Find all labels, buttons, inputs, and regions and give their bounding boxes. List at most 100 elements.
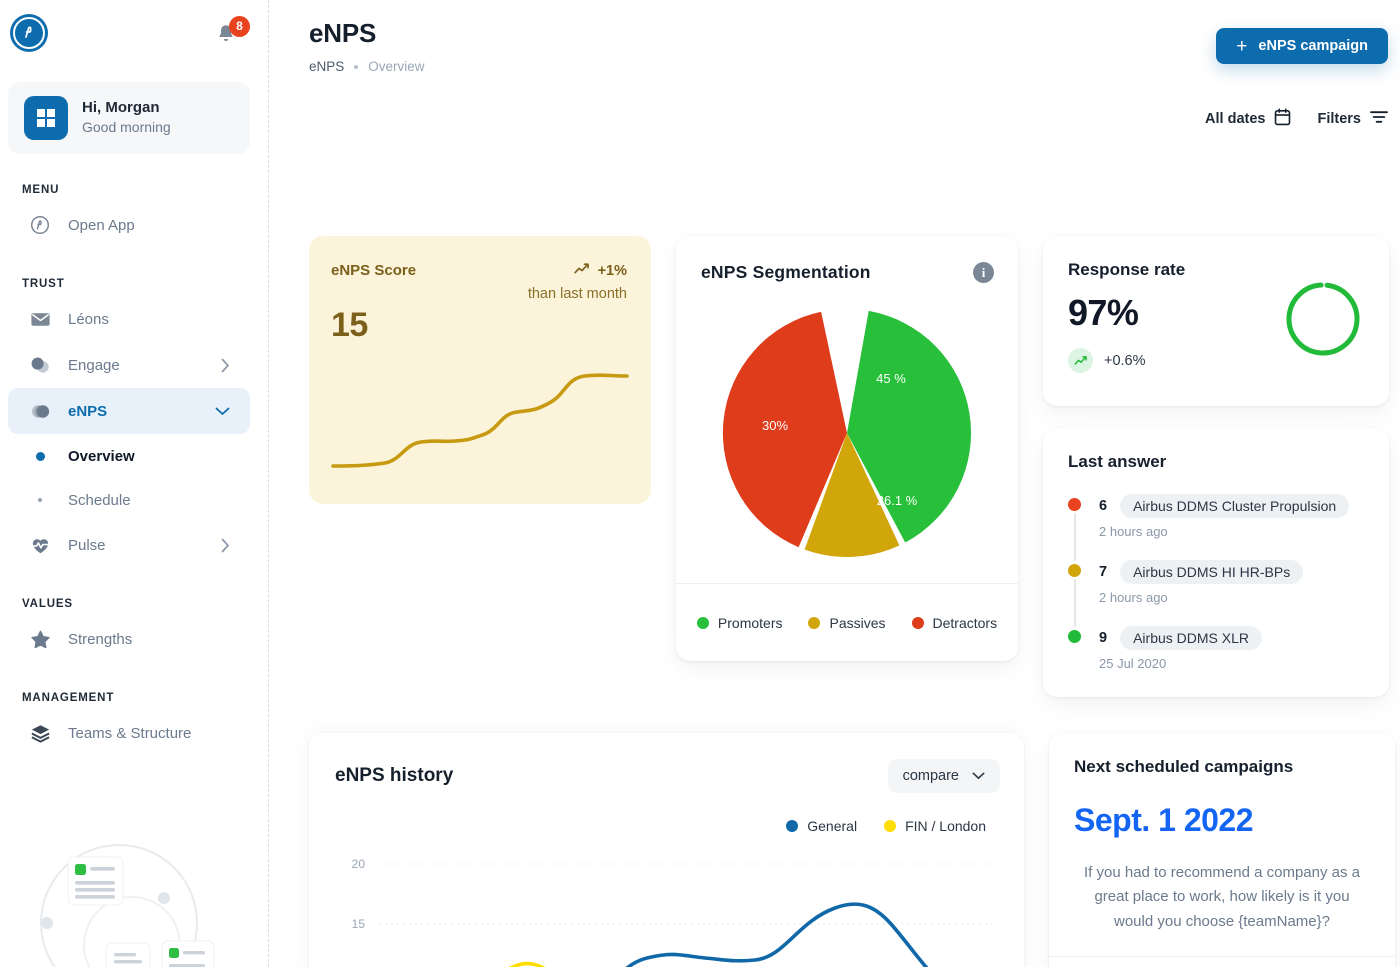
breadcrumb-separator-icon (354, 64, 359, 69)
calendar-icon (1274, 108, 1291, 130)
last-answer-row: 6 Airbus DDMS Cluster Propulsion (1099, 494, 1367, 518)
greeting-name: Hi, Morgan (82, 99, 160, 117)
enps-glyph-icon (31, 404, 49, 418)
view-all-button[interactable]: View All (1049, 956, 1395, 967)
all-dates-label: All dates (1205, 111, 1266, 127)
app-glyph-icon (30, 215, 50, 235)
legend-item-passives[interactable]: Passives (808, 614, 886, 631)
list-item[interactable]: 6 Airbus DDMS Cluster Propulsion 2 hours… (1068, 494, 1367, 561)
sidebar-item-label: Teams & Structure (68, 724, 192, 742)
compare-dropdown[interactable]: compare (887, 759, 1000, 793)
next-campaign-title: Next scheduled campaigns (1074, 757, 1294, 776)
list-item[interactable]: 7 Airbus DDMS HI HR-BPs 2 hours ago (1068, 560, 1367, 627)
user-greeting-card[interactable]: Hi, Morgan Good morning (8, 82, 250, 154)
score-card-label: eNPS Score (331, 262, 417, 279)
answer-score: 9 (1099, 630, 1108, 646)
enps-segmentation-card: eNPS Segmentation i 45 % 26.1 % 30% Prom… (676, 236, 1018, 661)
answer-timestamp: 2 hours ago (1099, 590, 1168, 605)
pie-label-passives: 26.1 % (877, 493, 918, 508)
info-icon[interactable]: i (973, 262, 994, 283)
sidebar-item-leons[interactable]: Léons (8, 296, 250, 342)
legend-label: General (807, 818, 858, 834)
score-delta-value: +1% (597, 262, 627, 279)
sidebar-item-teams-structure[interactable]: Teams & Structure (8, 710, 250, 756)
y-tick-20: 20 (352, 857, 366, 871)
next-campaign-date: Sept. 1 2022 (1074, 802, 1254, 838)
sidebar-item-schedule[interactable]: Schedule (8, 478, 250, 522)
envelope-icon (28, 308, 52, 331)
filters-button[interactable]: Filters (1317, 110, 1388, 128)
pulse-glyph-icon (30, 538, 50, 553)
last-answer-row: 7 Airbus DDMS HI HR-BPs (1099, 560, 1367, 584)
score-dot-icon (1068, 630, 1081, 643)
legend-item-fin-london[interactable]: FIN / London (884, 818, 986, 834)
legend-swatch-passives (808, 616, 821, 629)
sidebar-item-open-app[interactable]: Open App (8, 202, 250, 248)
history-legend: General FIN / London (335, 818, 1000, 834)
sidebar: 8 Hi, Morgan Good morning MENU Open App … (0, 0, 269, 967)
answer-score: 6 (1099, 498, 1108, 514)
legend-swatch-general (786, 820, 799, 832)
legend-item-promoters[interactable]: Promoters (696, 614, 783, 631)
breadcrumb-parent[interactable]: eNPS (309, 59, 344, 74)
legend-label: Detractors (932, 614, 998, 631)
app-root: 8 Hi, Morgan Good morning MENU Open App … (0, 0, 1400, 967)
sidebar-item-engage[interactable]: Engage (8, 342, 250, 388)
greeting-subtitle: Good morning (82, 119, 171, 136)
team-chip: Airbus DDMS HI HR-BPs (1120, 560, 1304, 584)
pie-label-detractors: 30% (762, 418, 788, 433)
notifications-button[interactable]: 8 (214, 16, 250, 56)
filters-label: Filters (1317, 111, 1361, 127)
trend-up-icon (573, 262, 590, 279)
chat-icon (28, 354, 52, 377)
legend-label: Promoters (717, 614, 783, 631)
last-answer-title: Last answer (1068, 452, 1167, 471)
timeline-connector (1074, 513, 1076, 561)
list-item[interactable]: 9 Airbus DDMS XLR 25 Jul 2020 (1068, 626, 1367, 671)
segmentation-legend: Promoters Passives Detractors (676, 583, 1018, 661)
sidebar-item-pulse[interactable]: Pulse (8, 522, 250, 568)
add-enps-campaign-button[interactable]: + eNPS campaign (1216, 28, 1388, 64)
score-sparkline-chart (331, 373, 629, 468)
dashboard-grid: eNPS Score +1% than last month 15 eNPS S… (269, 236, 1395, 967)
chevron-right-icon (221, 538, 230, 553)
layers-icon (28, 722, 52, 745)
segmentation-pie-chart: 45 % 26.1 % 30% (722, 310, 972, 557)
inactive-dot-icon (28, 498, 52, 502)
response-rate-card: Response rate 97% +0.6% (1043, 236, 1389, 406)
team-chip: Airbus DDMS XLR (1120, 626, 1262, 650)
brand-logo-icon[interactable] (10, 14, 48, 52)
sidebar-item-label: Open App (68, 216, 135, 234)
chat-glyph-icon (31, 357, 49, 373)
sidebar-item-enps[interactable]: eNPS (8, 388, 250, 434)
windows-glyph-icon (37, 109, 55, 127)
legend-label: Passives (829, 614, 886, 631)
notification-badge: 8 (229, 16, 250, 37)
last-answer-card: Last answer 6 Airbus DDMS Cluster Propul… (1043, 428, 1389, 697)
chevron-down-icon (215, 407, 230, 416)
sidebar-item-label: Engage (68, 356, 120, 374)
windows-logo-icon (24, 96, 68, 140)
score-card-delta-group: +1% than last month (528, 262, 627, 303)
history-plot: 20 15 10 (335, 846, 1000, 967)
segmentation-title: eNPS Segmentation (701, 262, 871, 282)
y-tick-15: 15 (352, 917, 366, 931)
series-line-fin-london (508, 961, 546, 967)
sidebar-item-label: Strengths (68, 630, 133, 648)
sidebar-item-strengths[interactable]: Strengths (8, 616, 250, 662)
sidebar-subitem-label: Schedule (68, 491, 131, 509)
trend-up-badge-icon (1068, 348, 1093, 373)
layers-glyph-icon (30, 724, 50, 743)
star-glyph-icon (30, 630, 50, 648)
plus-icon: + (1236, 35, 1248, 57)
pulse-icon (28, 534, 52, 557)
legend-item-detractors[interactable]: Detractors (911, 614, 998, 631)
chevron-right-icon (221, 358, 230, 373)
sidebar-subitem-label: Overview (68, 447, 135, 465)
timeline-connector (1074, 579, 1076, 627)
legend-item-general[interactable]: General (786, 818, 857, 834)
sidebar-item-label: Pulse (68, 536, 106, 554)
all-dates-button[interactable]: All dates (1205, 108, 1291, 130)
next-campaign-question: If you had to recommend a company as a g… (1084, 864, 1360, 930)
sidebar-item-overview[interactable]: Overview (8, 434, 250, 478)
